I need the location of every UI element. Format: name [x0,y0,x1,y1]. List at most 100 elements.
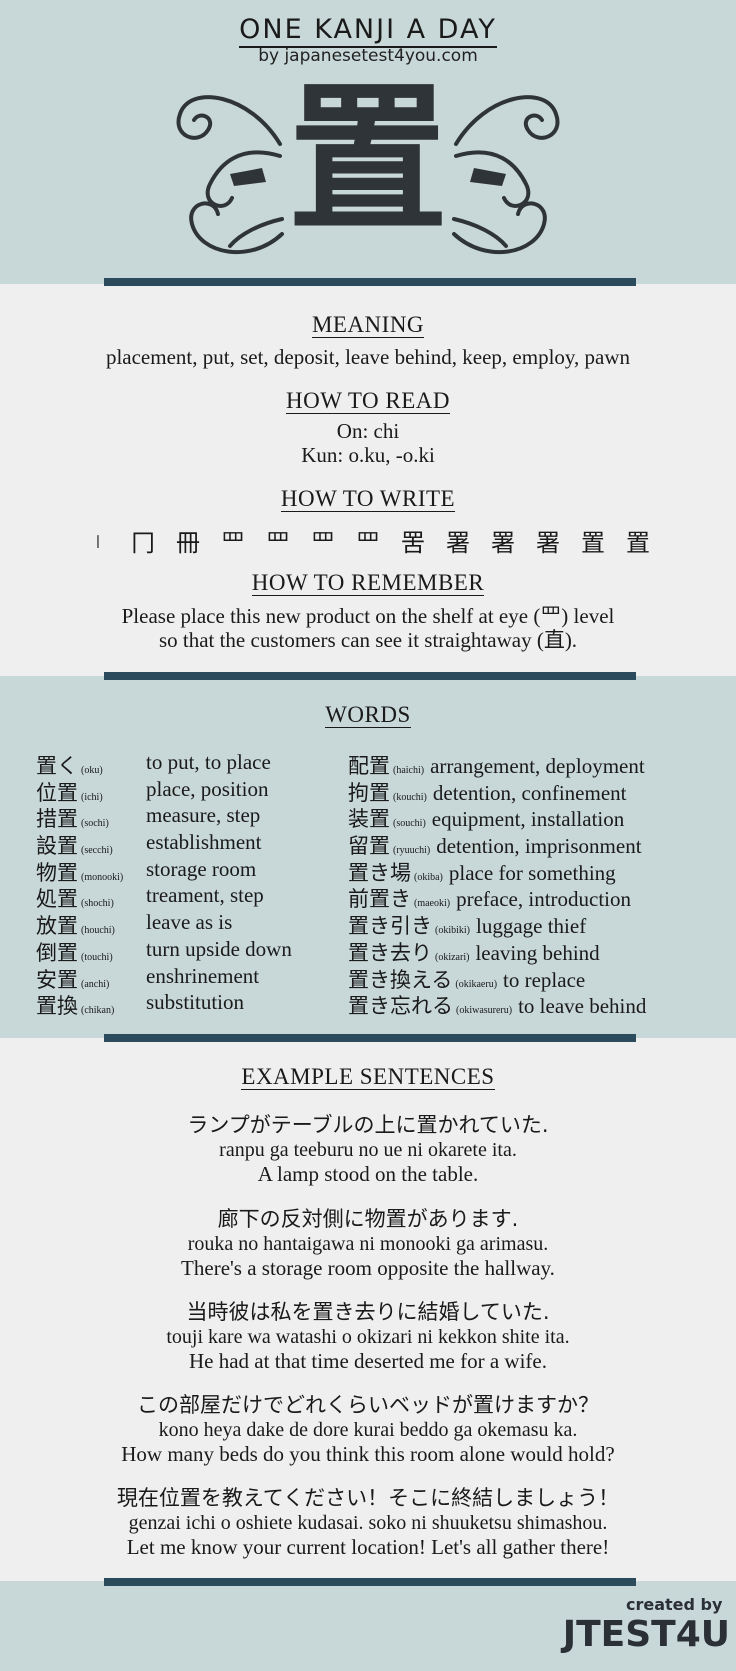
example-japanese: 当時彼は私を置き去りに結婚していた. [186,1300,550,1324]
stroke-step: 罟 [401,529,425,557]
word-row: 置き忘れる (okiwasureru) to leave behind [348,990,728,1019]
word-kanji: 安置 [36,967,78,992]
example-english: Let me know your current location! Let's… [126,1535,610,1559]
word-meaning: arrangement, deployment [430,754,645,778]
right-flourish-icon [452,95,560,255]
example-english: A lamp stood on the table. [257,1162,479,1186]
word-meaning: preface, introduction [456,887,632,912]
word-reading: (chikan) [81,1005,115,1017]
word-reading: (ichi) [81,791,103,803]
stroke-step: 丨 [91,535,105,551]
example-sentence: この部屋だけでどれくらいベッドが置けますか？ kono heya dake de… [0,1392,736,1466]
word-kanji: 置き場 [348,860,411,885]
word-reading: (touchi) [81,951,113,963]
example-sentence: 当時彼は私を置き去りに結婚していた. touji kare wa watashi… [0,1299,736,1373]
stroke-step: 冂 [131,529,155,557]
word-meaning: place, position [146,776,269,801]
word-meaning: treament, step [146,883,264,908]
how-to-read-heading: HOW TO READ [286,388,450,414]
word-row: 置き去り (okizari) leaving behind [348,937,728,965]
word-kanji: 置く [36,754,78,778]
how-to-remember-heading: HOW TO REMEMBER [251,570,485,596]
meaning-heading: MEANING [311,312,425,338]
page-subtitle: by japanesetest4you.com [258,46,478,66]
word-reading: (okiba) [414,871,443,883]
example-japanese: 現在位置を教えてください！そこに終結しましょう！ [116,1486,620,1510]
word-kanji: 拘置 [348,780,390,805]
word-kanji: 放置 [36,914,78,939]
word-row: 倒置 (touchi) turn upside down [36,936,356,965]
divider-2 [104,672,636,680]
word-kanji: 前置き [348,887,411,912]
word-kanji: 設置 [36,834,78,859]
stroke-step: 冊 [176,529,200,557]
word-meaning: place for something [448,860,616,885]
word-row: 留置 (ryuuchi) detention, imprisonment [348,830,728,858]
word-reading: (oku) [81,765,103,776]
word-reading: (shochi) [81,898,114,910]
word-kanji: 置き換える [348,967,453,992]
word-meaning: enshrinement [146,963,260,988]
example-english: How many beds do you think this room alo… [121,1442,615,1466]
words-heading: WORDS [325,702,411,728]
word-row: 置き引き (okibiki) luggage thief [348,910,728,939]
stroke-step: 罒 [356,529,380,557]
word-meaning: storage room [146,856,257,881]
words-right-column: 配置 (haichi) arrangement, deployment 拘置 (kou… [348,750,728,1019]
remember-line-1: Please place this new product on the she… [121,604,615,628]
credit-logo: JTEST4U [562,1614,730,1655]
example-sentence: 現在位置を教えてください！そこに終結しましょう！ genzai ichi o o… [0,1485,736,1559]
word-kanji: 置換 [36,994,78,1019]
word-row: 装置 (souchi) equipment, installation [348,803,728,832]
stroke-step: 署 [536,529,560,557]
word-row: 置き場 (okiba) place for something [348,857,728,885]
word-kanji: 倒置 [36,940,78,965]
word-meaning: substitution [146,990,245,1015]
word-row: 置き換える (okikaeru) to replace [348,964,728,992]
example-japanese: この部屋だけでどれくらいベッドが置けますか？ [137,1393,599,1417]
example-romaji: ranpu ga teeburu no ue ni okarete ita. [219,1139,517,1161]
divider-4 [104,1578,636,1586]
word-meaning: detention, confinement [432,780,627,805]
word-reading: (okizari) [435,951,470,963]
word-meaning: leaving behind [475,940,600,965]
example-romaji: rouka no hantaigawa ni monooki ga arimas… [187,1233,549,1255]
divider-3 [104,1034,636,1042]
example-romaji: touji kare wa watashi o okizari ni kekko… [166,1326,570,1348]
word-meaning: establishment [146,830,262,855]
word-reading: (sochi) [81,818,109,830]
stroke-order: 丨 冂 冊 罒 罒 罒 罒 罟 署 署 署 置 置 [78,522,658,558]
word-reading: (okikaeru) [455,978,498,990]
word-meaning: to leave behind [518,994,647,1019]
stroke-step: 罒 [221,529,245,557]
stroke-step: 置 [626,529,650,557]
divider-1 [104,278,636,286]
word-reading: (ryuuchi) [393,845,431,857]
word-kanji: 位置 [36,780,78,805]
word-meaning: turn upside down [146,936,292,961]
word-reading: (houchi) [81,925,115,937]
example-japanese: 廊下の反対側に物置があります. [217,1207,519,1231]
word-row: 処置 (shochi) treament, step [36,883,356,911]
word-reading: (monooki) [81,871,124,883]
on-reading: On: chi [336,419,400,443]
word-reading: (okibiki) [435,925,470,937]
word-row: 前置き (maeoki) preface, introduction [348,883,728,912]
word-row: 措置 (sochi) measure, step [36,803,356,831]
word-kanji: 置き去り [348,940,432,965]
word-meaning: equipment, installation [431,807,625,832]
word-kanji: 配置 [348,754,390,778]
example-english: There's a storage room opposite the hall… [181,1256,555,1280]
stroke-step: 署 [446,529,470,557]
word-reading: (haichi) [393,765,425,776]
kun-reading: Kun: o.ku, -o.ki [301,443,435,467]
word-row: 配置 (haichi) arrangement, deployment [348,750,728,778]
word-reading: (kouchi) [393,791,427,803]
word-row: 位置 (ichi) place, position [36,776,356,805]
stroke-step: 置 [581,529,605,557]
word-kanji: 置き引き [348,914,432,939]
word-meaning: measure, step [146,803,261,828]
word-row: 安置 (anchi) enshrinement [36,963,356,992]
word-kanji: 置き忘れる [348,994,453,1019]
word-reading: (maeoki) [414,898,451,910]
